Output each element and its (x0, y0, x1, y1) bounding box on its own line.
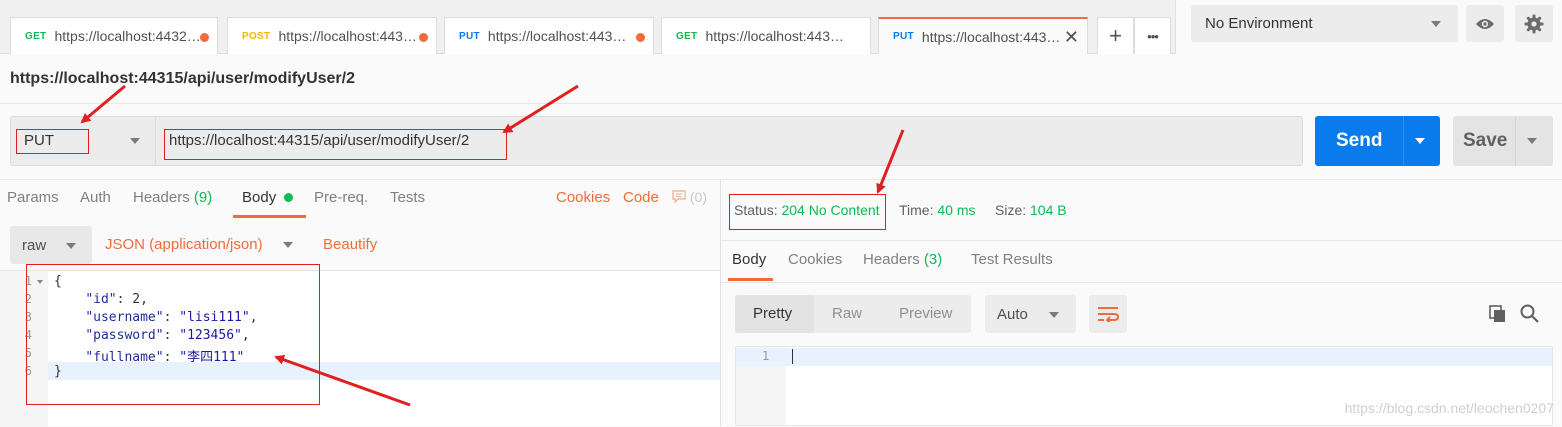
headers-count: (9) (193, 189, 213, 206)
time-value[interactable]: 40 ms (937, 202, 975, 218)
request-tab-5[interactable]: PUT https://localhost:443… ✕ (878, 17, 1088, 54)
more-tabs-button[interactable]: ••• (1134, 17, 1171, 54)
request-tab-4[interactable]: GET https://localhost:443… (661, 17, 871, 54)
tab-url: https://localhost:443… (278, 28, 417, 44)
tab-method: GET (25, 30, 47, 42)
view-pretty-button[interactable]: Pretty (753, 305, 792, 322)
response-tabs-divider (721, 282, 1562, 283)
text-cursor (792, 349, 793, 364)
tab-method: GET (676, 30, 698, 42)
manage-environments-button[interactable] (1515, 5, 1553, 42)
chevron-down-icon (130, 138, 140, 144)
save-button[interactable]: Save (1453, 116, 1553, 166)
request-tab-3[interactable]: PUT https://localhost:443… (444, 17, 654, 54)
environment-quick-look-button[interactable] (1466, 5, 1504, 42)
body-mode-select[interactable]: raw (10, 226, 92, 264)
copy-icon[interactable] (1489, 305, 1507, 323)
send-divider (1403, 116, 1404, 166)
unsaved-dot-icon (636, 33, 645, 42)
tab-prereq[interactable]: Pre-req. (314, 189, 368, 206)
wrap-lines-icon (1098, 307, 1119, 322)
size-value[interactable]: 104 B (1030, 202, 1067, 218)
time-label: Time: (899, 202, 934, 218)
response-size: Size: 104 B (995, 202, 1067, 218)
annotation-box-url (164, 129, 507, 160)
tab-method: PUT (893, 31, 914, 42)
response-tab-body[interactable]: Body (732, 251, 766, 268)
save-options-chevron-icon[interactable] (1527, 138, 1537, 144)
annotation-box-method (16, 129, 89, 154)
unsaved-dot-icon (419, 33, 428, 42)
comment-icon (672, 190, 686, 204)
request-title[interactable]: https://localhost:44315/api/user/modifyU… (10, 70, 355, 88)
tab-body-label: Body (242, 189, 277, 206)
response-format-select[interactable]: Auto (985, 295, 1076, 333)
save-divider (1515, 116, 1516, 166)
view-preview-button[interactable]: Preview (899, 305, 952, 322)
chevron-down-icon (1049, 312, 1059, 318)
annotation-box-status (729, 194, 886, 230)
active-line-highlight (736, 348, 1552, 366)
body-indicator-dot-icon (284, 193, 294, 202)
gear-icon (1524, 14, 1544, 33)
content-type-select[interactable]: JSON (application/json) (105, 236, 263, 253)
response-tab-cookies[interactable]: Cookies (788, 251, 842, 268)
new-tab-button[interactable]: + (1097, 17, 1134, 54)
send-options-chevron-icon[interactable] (1415, 138, 1425, 144)
comments-button[interactable]: (0) (672, 189, 707, 205)
tab-url: https://localhost:443… (487, 28, 627, 44)
unsaved-dot-icon (200, 33, 209, 42)
chevron-down-icon (66, 243, 76, 249)
search-icon[interactable] (1520, 304, 1539, 323)
tab-params[interactable]: Params (7, 189, 59, 206)
beautify-link[interactable]: Beautify (323, 236, 377, 253)
watermark: https://blog.csdn.net/leochen0207 (1344, 400, 1554, 416)
code-link[interactable]: Code (623, 189, 659, 206)
response-headers-label: Headers (863, 251, 920, 268)
tab-auth[interactable]: Auth (80, 189, 111, 206)
response-tab-test-results[interactable]: Test Results (971, 251, 1053, 268)
response-divider (721, 240, 1562, 241)
environment-select[interactable]: No Environment (1191, 5, 1458, 42)
environment-label: No Environment (1205, 15, 1313, 32)
active-tab-underline (233, 215, 306, 218)
close-icon[interactable]: ✕ (1064, 27, 1079, 48)
tab-url: https://localhost:443… (705, 28, 844, 44)
send-label: Send (1336, 130, 1383, 151)
eye-icon (1476, 18, 1494, 29)
response-view-toggle: Pretty Raw Preview (735, 295, 971, 333)
size-label: Size: (995, 202, 1027, 218)
annotation-box-body (26, 264, 320, 405)
request-tab-1[interactable]: GET https://localhost:4432… (10, 17, 218, 54)
format-label: Auto (997, 306, 1028, 323)
tab-headers[interactable]: Headers (9) (133, 189, 212, 206)
response-headers-count: (3) (923, 251, 943, 268)
view-raw-button[interactable]: Raw (832, 305, 862, 322)
tab-url: https://localhost:443… (921, 28, 1061, 45)
active-tab-underline (728, 278, 773, 281)
environment-bar: No Environment (1175, 0, 1562, 54)
request-tab-bar: GET https://localhost:4432… POST https:/… (0, 0, 1175, 54)
body-mode-label: raw (22, 237, 47, 254)
content-type-chevron-icon[interactable] (283, 242, 293, 248)
tab-headers-label: Headers (133, 189, 190, 206)
save-label: Save (1463, 130, 1508, 151)
wrap-lines-button[interactable] (1089, 295, 1127, 333)
tab-url: https://localhost:4432… (54, 28, 201, 44)
request-tab-2[interactable]: POST https://localhost:443… (227, 17, 437, 54)
response-time: Time: 40 ms (899, 202, 976, 218)
tab-method: PUT (459, 30, 480, 42)
tab-body[interactable]: Body (242, 189, 294, 206)
chevron-down-icon (1431, 21, 1441, 27)
pane-divider[interactable] (720, 180, 721, 426)
line-number: 1 (762, 349, 770, 363)
tab-method: POST (242, 30, 271, 42)
response-tab-headers[interactable]: Headers (3) (863, 251, 942, 268)
tab-tests[interactable]: Tests (390, 189, 425, 206)
comments-count: (0) (689, 189, 708, 205)
cookies-link[interactable]: Cookies (556, 189, 610, 206)
send-button[interactable]: Send (1315, 116, 1440, 166)
